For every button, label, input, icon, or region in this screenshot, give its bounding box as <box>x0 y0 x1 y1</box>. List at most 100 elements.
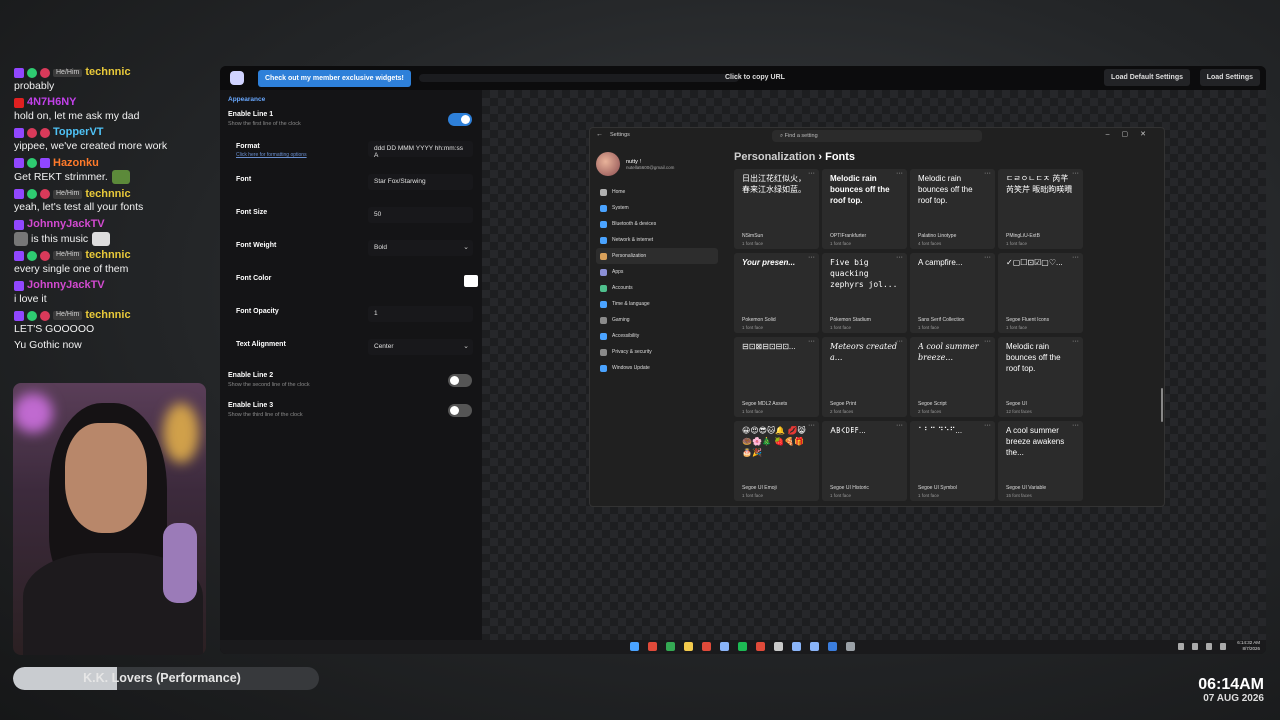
taskbar-time: 6:14:32 AM <box>1237 640 1260 645</box>
wifi-icon[interactable] <box>1192 643 1198 650</box>
font-card[interactable]: ··· ✓▢☐⊡☑▢♡... Segoe Fluent Icons 1 font fa… <box>998 253 1083 333</box>
frog-emote-icon <box>111 170 130 185</box>
find-setting-search[interactable]: ⌕ Find a setting <box>772 130 982 142</box>
font-input[interactable]: Star Fox/Starwing <box>368 174 473 190</box>
text-alignment-select[interactable]: Center ⌄ <box>368 339 473 355</box>
user-profile[interactable]: nutty ! nutella5600@gmail.com <box>596 150 718 178</box>
enable-line-3-toggle[interactable] <box>448 404 472 417</box>
more-options-icon[interactable]: ··· <box>808 254 815 261</box>
more-options-icon[interactable]: ··· <box>896 170 903 177</box>
mod-badge-icon <box>27 68 37 78</box>
more-options-icon[interactable]: ··· <box>896 422 903 429</box>
pronoun-tag: He/Him <box>53 190 83 199</box>
nav-item-windows-update[interactable]: Windows Update <box>596 360 718 376</box>
yt-badge-icon <box>14 98 24 109</box>
scrollbar[interactable] <box>1161 388 1163 422</box>
nav-item-accessibility[interactable]: Accessibility <box>596 328 718 344</box>
taskbar-app-icon[interactable] <box>738 642 747 651</box>
font-card[interactable]: ··· A cool summer breeze... Segoe Script 2 … <box>910 337 995 417</box>
taskbar-app-icon[interactable] <box>846 642 855 651</box>
member-widgets-button[interactable]: Check out my member exclusive widgets! <box>258 69 411 87</box>
more-options-icon[interactable]: ··· <box>984 254 991 261</box>
more-options-icon[interactable]: ··· <box>1072 254 1079 261</box>
taskbar-clock[interactable]: 6:14:32 AM 8/7/2026 <box>1237 640 1260 652</box>
font-sample: Melodic rain bounces off the roof top. <box>1006 342 1061 373</box>
font-card[interactable]: ··· A cool summer breeze awakens the... Se… <box>998 421 1083 501</box>
nav-item-apps[interactable]: Apps <box>596 264 718 280</box>
font-card[interactable]: ··· 日出江花红似火，春来江水绿如蓝。 NSimSun 1 font face <box>734 169 819 249</box>
more-options-icon[interactable]: ··· <box>984 422 991 429</box>
load-settings-button[interactable]: Load Settings <box>1199 69 1260 86</box>
font-size-input[interactable]: 50 <box>368 207 473 223</box>
more-options-icon[interactable]: ··· <box>1072 422 1079 429</box>
taskbar-app-icon[interactable] <box>702 642 711 651</box>
enable-line-3-row: Enable Line 3 Show the third line of the… <box>228 402 474 424</box>
more-options-icon[interactable]: ··· <box>808 338 815 345</box>
nav-item-time-language[interactable]: Time & language <box>596 296 718 312</box>
copy-url-button[interactable]: Click to copy URL <box>725 74 785 81</box>
more-options-icon[interactable]: ··· <box>984 338 991 345</box>
nav-item-privacy-security[interactable]: Privacy & security <box>596 344 718 360</box>
taskbar-app-icon[interactable] <box>792 642 801 651</box>
nav-item-home[interactable]: Home <box>596 184 718 200</box>
font-card[interactable]: ··· 𐌀𐌁𐌂𐌃𐌄𐌅... Segoe UI Historic 1 font face <box>822 421 907 501</box>
microphone <box>163 523 197 603</box>
font-opacity-input[interactable]: 1 <box>368 306 473 322</box>
chat-message-body: Get REKT strimmer. <box>14 171 108 184</box>
window-controls[interactable]: –▢✕ <box>1106 130 1158 138</box>
back-arrow-icon[interactable]: ← <box>596 131 603 138</box>
taskbar-app-icon[interactable] <box>666 642 675 651</box>
font-card[interactable]: ··· Melodic rain bounces off the roof top… <box>822 169 907 249</box>
more-options-icon[interactable]: ··· <box>896 254 903 261</box>
nav-item-bluetooth-devices[interactable]: Bluetooth & devices <box>596 216 718 232</box>
more-options-icon[interactable]: ··· <box>808 422 815 429</box>
taskbar-app-icon[interactable] <box>720 642 729 651</box>
font-card[interactable]: ··· Meteors created a... Segoe Print 2 font… <box>822 337 907 417</box>
more-options-icon[interactable]: ··· <box>896 338 903 345</box>
font-card[interactable]: ··· Five big quacking zephyrs jol... Pokem… <box>822 253 907 333</box>
load-default-settings-button[interactable]: Load Default Settings <box>1104 69 1190 86</box>
font-card[interactable]: ··· Melodic rain bounces off the roof top… <box>998 337 1083 417</box>
chat-overlay: He/Him technnic probably 4N7H6NY hold on, le… <box>14 66 214 355</box>
font-card[interactable]: ··· ⠁⠃⠉ ⠙⠑⠋... Segoe UI Symbol 1 font face <box>910 421 995 501</box>
start-icon[interactable] <box>630 642 639 651</box>
taskbar-app-icon[interactable] <box>648 642 657 651</box>
font-card[interactable]: ··· ㄷㄹㅇㄴㄷㅈ 芮芊芮笑芹 畈昢昫暎曊 PMingLiU-ExtB 1 font… <box>998 169 1083 249</box>
gaming-icon <box>600 316 607 324</box>
enable-line-2-toggle[interactable] <box>448 374 472 387</box>
nav-item-accounts[interactable]: Accounts <box>596 280 718 296</box>
url-bar[interactable] <box>418 74 739 82</box>
nav-item-system[interactable]: System <box>596 200 718 216</box>
more-options-icon[interactable]: ··· <box>1072 338 1079 345</box>
taskbar-app-icon[interactable] <box>684 642 693 651</box>
nav-item-gaming[interactable]: Gaming <box>596 312 718 328</box>
battery-icon[interactable] <box>1220 643 1226 650</box>
more-options-icon[interactable]: ··· <box>1072 170 1079 177</box>
font-card[interactable]: ··· Your presen... Pokemon Solid 1 font fac… <box>734 253 819 333</box>
chat-username: technnic <box>85 248 131 261</box>
font-card[interactable]: ··· 😀😍😎🐱🔔 💋😸🍩🌸🎄 🍓🍕🎁🎂🎉 Segoe UI Emoji 1 font… <box>734 421 819 501</box>
font-color-swatch[interactable] <box>464 275 478 287</box>
chevron-up-icon[interactable] <box>1178 643 1184 650</box>
chevron-down-icon: ⌄ <box>463 343 469 350</box>
font-card[interactable]: ··· A campfire... Sans Serif Collection 1 f… <box>910 253 995 333</box>
format-input[interactable]: ddd DD MMM YYYY hh:mm:ss A <box>368 141 473 159</box>
font-weight-select[interactable]: Bold ⌄ <box>368 240 473 256</box>
more-options-icon[interactable]: ··· <box>984 170 991 177</box>
enable-line-1-toggle[interactable] <box>448 113 472 126</box>
font-name: OPTIFrankfurter <box>830 233 867 239</box>
sub-badge-icon <box>14 128 24 139</box>
nav-item-personalization[interactable]: Personalization <box>596 248 718 264</box>
taskbar-app-icon[interactable] <box>828 642 837 651</box>
chat-message: He/Him technnic every single one of them <box>14 249 214 276</box>
font-card[interactable]: ··· Melodic rain bounces off the roof top… <box>910 169 995 249</box>
more-options-icon[interactable]: ··· <box>808 170 815 177</box>
text-alignment-value: Center <box>374 343 394 350</box>
breadcrumb-parent[interactable]: Personalization <box>734 151 815 163</box>
taskbar-app-icon[interactable] <box>810 642 819 651</box>
taskbar-app-icon[interactable] <box>756 642 765 651</box>
volume-icon[interactable] <box>1206 643 1212 650</box>
nav-item-network-internet[interactable]: Network & internet <box>596 232 718 248</box>
font-card[interactable]: ··· ⊟⊡⊠⊟⊡⊟⊡... Segoe MDL2 Assets 1 font fac… <box>734 337 819 417</box>
taskbar-app-icon[interactable] <box>774 642 783 651</box>
